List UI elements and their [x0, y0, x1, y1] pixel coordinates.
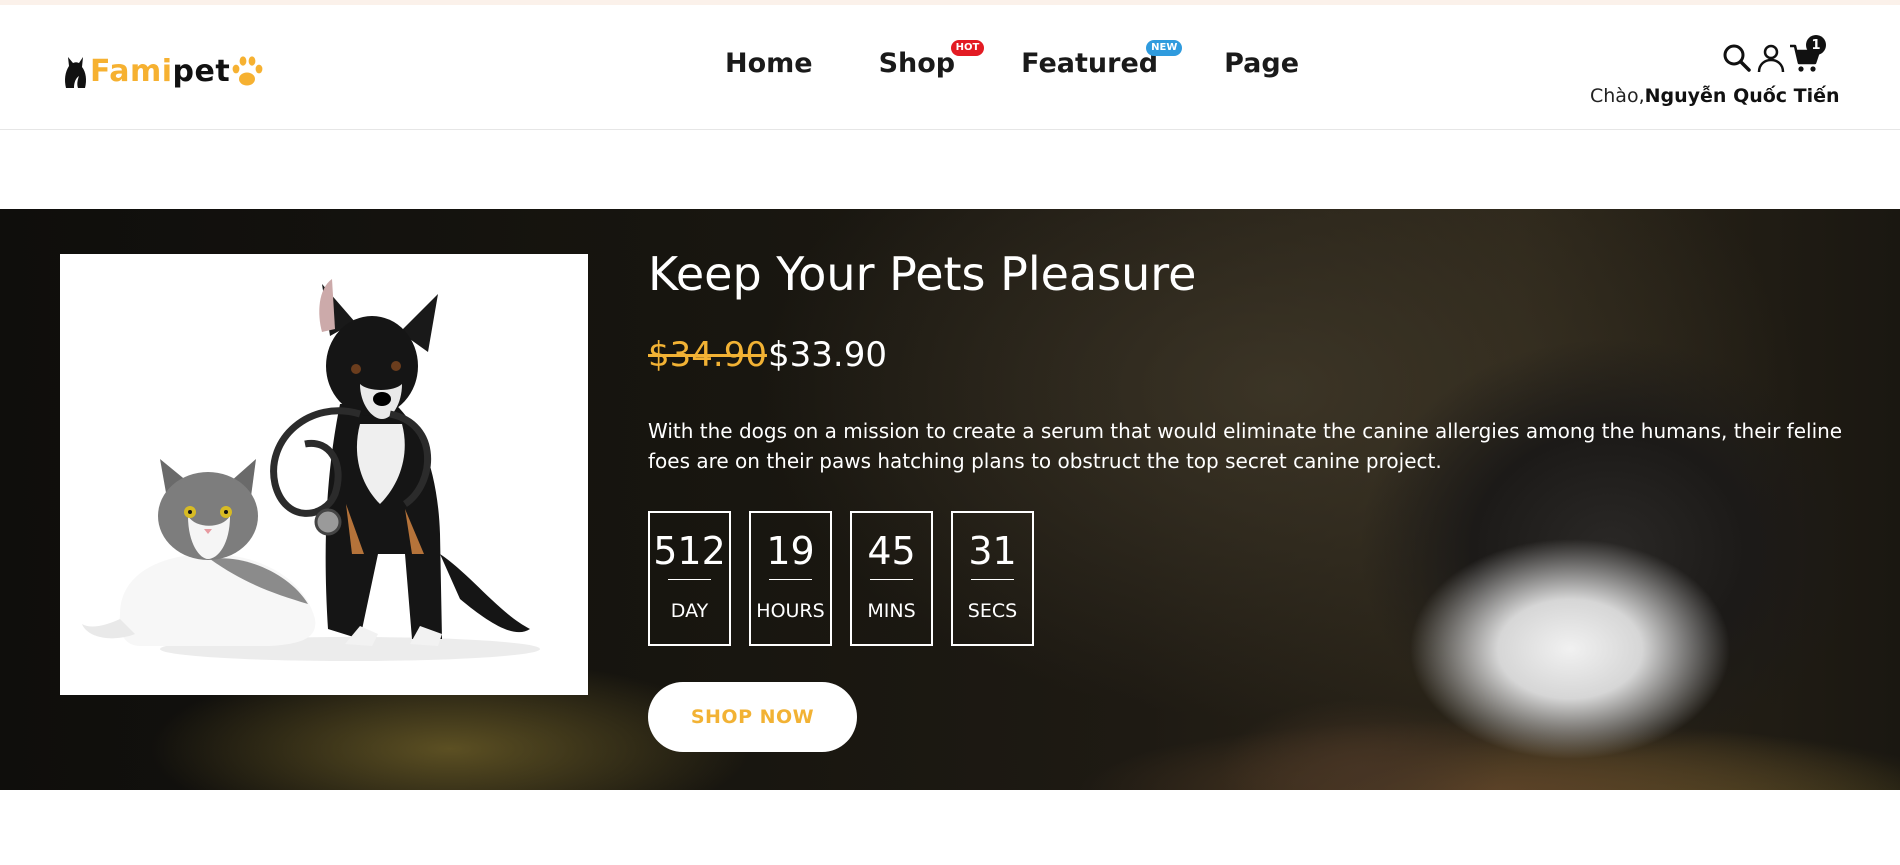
- countdown-divider: [970, 579, 1015, 580]
- countdown-divider: [667, 579, 712, 580]
- nav-home[interactable]: Home: [725, 48, 813, 79]
- countdown-value: 31: [968, 529, 1017, 573]
- countdown-mins: 45 MINS: [850, 511, 933, 646]
- brand-logo[interactable]: Famipet: [62, 49, 264, 93]
- account-button[interactable]: [1754, 43, 1788, 77]
- paw-icon: [230, 53, 264, 89]
- nav-shop[interactable]: Shop HOT: [878, 39, 985, 79]
- sale-price: $33.90: [768, 335, 887, 375]
- cart-button[interactable]: 1: [1788, 35, 1826, 77]
- nav-page[interactable]: Page: [1224, 48, 1299, 79]
- countdown-label: HOURS: [756, 600, 825, 622]
- nav-featured-label: Featured: [1021, 47, 1159, 79]
- main-nav: Home Shop HOT Featured NEW Page: [725, 39, 1299, 83]
- cat-silhouette-icon: [62, 54, 88, 88]
- cat-dog-illustration: [82, 279, 540, 661]
- nav-home-label: Home: [725, 47, 813, 79]
- nav-featured[interactable]: Featured NEW: [1021, 39, 1183, 79]
- user-name: Nguyễn Quốc Tiến: [1644, 85, 1840, 107]
- countdown-value: 45: [867, 529, 916, 573]
- greeting-prefix: Chào,: [1590, 85, 1645, 107]
- hero-description: With the dogs on a mission to create a s…: [648, 419, 1843, 473]
- countdown-value: 19: [766, 529, 815, 573]
- hero-product-image[interactable]: [60, 254, 588, 695]
- site-header: Famipet Home Shop HOT Featured NEW Page: [0, 5, 1900, 130]
- countdown-days: 512 DAY: [648, 511, 731, 646]
- countdown-timer: 512 DAY 19 HOURS 45 MINS 31 SECS: [648, 511, 1052, 646]
- countdown-label: SECS: [967, 600, 1018, 622]
- brand-name: Famipet: [90, 54, 230, 89]
- countdown-hours: 19 HOURS: [749, 511, 832, 646]
- countdown-label: MINS: [867, 600, 916, 622]
- shop-now-button[interactable]: SHOP NOW: [648, 682, 857, 752]
- countdown-label: DAY: [670, 600, 709, 622]
- old-price: $34.90: [648, 335, 767, 375]
- hot-badge: HOT: [950, 39, 985, 56]
- nav-shop-label: Shop: [878, 47, 956, 79]
- countdown-secs: 31 SECS: [951, 511, 1034, 646]
- brand-name-part2: pet: [172, 53, 231, 89]
- header-actions: 1: [1720, 35, 1826, 77]
- user-icon: [1756, 43, 1786, 77]
- countdown-divider: [869, 579, 914, 580]
- cart-count-badge: 1: [1806, 35, 1826, 55]
- hero-title: Keep Your Pets Pleasure: [648, 247, 1197, 301]
- brand-name-part1: Fami: [90, 53, 173, 89]
- hero-banner: Keep Your Pets Pleasure $34.90 $33.90 Wi…: [0, 209, 1900, 790]
- search-button[interactable]: [1720, 43, 1754, 77]
- new-badge: NEW: [1146, 39, 1183, 56]
- countdown-value: 512: [653, 529, 726, 573]
- nav-page-label: Page: [1224, 47, 1300, 79]
- countdown-divider: [768, 579, 813, 580]
- search-icon: [1722, 43, 1752, 77]
- user-greeting[interactable]: Chào,Nguyễn Quốc Tiến: [1590, 85, 1840, 107]
